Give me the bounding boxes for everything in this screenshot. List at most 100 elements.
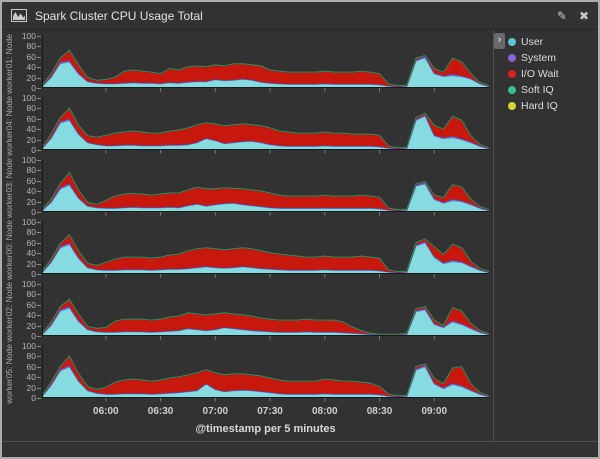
- y-tick-mark: [37, 263, 41, 265]
- y-tick-label: 40: [26, 186, 36, 197]
- y-tick-mark: [37, 139, 41, 141]
- y-axis: 100 80 60 40 20 0: [16, 93, 42, 157]
- y-tick-mark: [37, 336, 41, 337]
- y-axis: 100 80 60 40 20 0: [16, 32, 42, 95]
- y-tick-label: 40: [26, 310, 36, 321]
- chart-row-worker00: worker00: Node 100 80 60 40 20 0: [2, 218, 493, 281]
- y-tick-mark: [37, 284, 41, 285]
- y-tick-label: 60: [26, 51, 36, 62]
- y-tick-mark: [37, 67, 41, 69]
- y-tick-mark: [37, 150, 41, 151]
- x-axis-label: 08:00: [311, 406, 338, 417]
- y-tick-mark: [37, 88, 41, 89]
- y-tick-label: 80: [26, 103, 36, 114]
- panel-header[interactable]: Spark Cluster CPU Usage Total ✎ ✖: [2, 2, 598, 30]
- y-tick-label: 0: [31, 269, 36, 279]
- y-tick-mark: [37, 294, 41, 296]
- x-axis-label: 06:00: [93, 406, 119, 417]
- legend-label: Soft IQ: [521, 84, 554, 96]
- legend-item-soft-iq[interactable]: Soft IQ: [508, 84, 592, 96]
- y-tick-label: 0: [31, 331, 36, 341]
- chart-row-worker04: worker04: Node 100 80 60 40 20 0: [2, 93, 493, 157]
- chart-row-worker02: worker02: Node 100 80 60 40 20 0: [2, 279, 493, 343]
- stacked-area-chart[interactable]: [42, 343, 489, 405]
- legend: › User System I/O Wait Soft IQ Hard IQ: [493, 30, 598, 441]
- row-label: worker05: Node: [4, 344, 14, 405]
- charts-area: worker01: Node 100 80 60 40 20 0 worker04: Node…: [2, 30, 493, 441]
- row-label: worker03: Node: [4, 158, 14, 219]
- y-axis: 100 80 60 40 20 0: [16, 342, 42, 405]
- y-tick-mark: [37, 180, 41, 182]
- x-axis-labels: 06:00 06:30 07:00 07:30 08:00 08:30 09:00: [2, 406, 493, 420]
- y-tick-mark: [37, 232, 41, 234]
- y-tick-mark: [37, 387, 41, 389]
- area-chart-icon: [11, 9, 27, 22]
- x-axis-title: @timestamp per 5 minutes: [195, 423, 336, 435]
- y-tick-mark: [37, 201, 41, 203]
- y-tick-mark: [37, 398, 41, 399]
- legend-dot: [508, 54, 516, 62]
- y-axis: 100 80 60 40 20 0: [16, 155, 42, 219]
- panel-body: worker01: Node 100 80 60 40 20 0 worker04: Node…: [2, 30, 598, 441]
- y-tick-label: 100: [21, 155, 36, 165]
- legend-collapse-button[interactable]: ›: [494, 33, 505, 49]
- legend-item-hard-iq[interactable]: Hard IQ: [508, 100, 592, 112]
- y-tick-mark: [37, 36, 41, 37]
- y-tick-label: 20: [26, 134, 36, 145]
- y-tick-label: 0: [31, 207, 36, 217]
- y-tick-mark: [37, 170, 41, 172]
- y-tick-mark: [37, 160, 41, 161]
- edit-icon[interactable]: ✎: [557, 10, 567, 22]
- row-label: worker04: Node: [4, 96, 14, 157]
- y-tick-label: 80: [26, 289, 36, 300]
- y-tick-label: 60: [26, 175, 36, 186]
- y-tick-mark: [37, 108, 41, 110]
- legend-dot: [508, 38, 516, 46]
- legend-label: Hard IQ: [521, 100, 558, 112]
- row-label: worker01: Node: [4, 34, 14, 95]
- y-tick-label: 80: [26, 227, 36, 238]
- legend-dot: [508, 86, 516, 94]
- y-tick-mark: [37, 325, 41, 327]
- y-tick-label: 40: [26, 372, 36, 383]
- panel-title: Spark Cluster CPU Usage Total: [35, 8, 203, 23]
- y-tick-mark: [37, 366, 41, 368]
- legend-items: User System I/O Wait Soft IQ Hard IQ: [508, 36, 592, 112]
- y-tick-label: 40: [26, 248, 36, 259]
- y-tick-mark: [37, 315, 41, 317]
- x-axis-label: 07:30: [257, 406, 283, 417]
- x-axis-label: 06:30: [147, 406, 174, 417]
- y-tick-label: 60: [26, 361, 36, 372]
- x-axis-label: 07:00: [202, 406, 229, 417]
- y-tick-label: 60: [26, 237, 36, 248]
- y-tick-label: 20: [26, 382, 36, 393]
- close-icon[interactable]: ✖: [579, 10, 589, 22]
- y-tick-label: 100: [21, 279, 36, 289]
- y-tick-label: 20: [26, 258, 36, 269]
- y-tick-mark: [37, 242, 41, 244]
- y-tick-label: 20: [26, 196, 36, 207]
- stacked-area-chart[interactable]: [42, 33, 489, 95]
- y-tick-mark: [37, 222, 41, 223]
- y-tick-mark: [37, 56, 41, 58]
- legend-item-user[interactable]: User: [508, 36, 592, 48]
- x-axis-label: 09:00: [421, 406, 448, 417]
- legend-dot: [508, 70, 516, 78]
- stacked-area-chart[interactable]: [42, 219, 489, 281]
- stacked-area-chart[interactable]: [42, 281, 489, 343]
- chart-row-worker03: worker03: Node 100 80 60 40 20 0: [2, 155, 493, 219]
- y-tick-mark: [37, 253, 41, 255]
- y-tick-mark: [37, 46, 41, 48]
- y-tick-mark: [37, 346, 41, 347]
- legend-item-i-o-wait[interactable]: I/O Wait: [508, 68, 592, 80]
- y-tick-label: 100: [21, 93, 36, 103]
- chart-row-worker01: worker01: Node 100 80 60 40 20 0: [2, 32, 493, 95]
- legend-item-system[interactable]: System: [508, 52, 592, 64]
- stacked-area-chart[interactable]: [42, 157, 489, 219]
- y-tick-mark: [37, 304, 41, 306]
- x-axis-label: 08:30: [366, 406, 393, 417]
- y-tick-mark: [37, 129, 41, 131]
- panel-actions: ✎ ✖: [557, 10, 589, 22]
- legend-dot: [508, 102, 516, 110]
- stacked-area-chart[interactable]: [42, 95, 489, 157]
